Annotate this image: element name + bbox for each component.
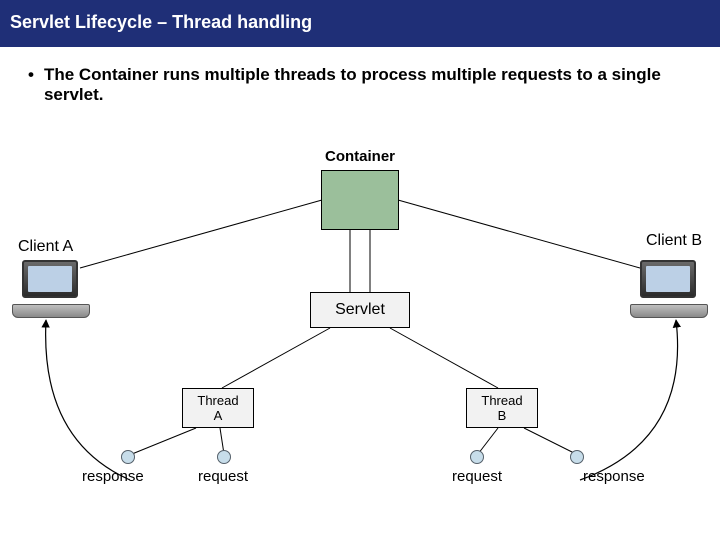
- response-a-node: [121, 450, 135, 464]
- thread-a-box: Thread A: [182, 388, 254, 428]
- response-b-node: [570, 450, 584, 464]
- client-a-label: Client A: [18, 238, 73, 256]
- request-b-label: request: [452, 468, 502, 485]
- request-a-label: request: [198, 468, 248, 485]
- laptop-icon: [630, 260, 708, 318]
- bullet-marker: •: [28, 65, 34, 105]
- laptop-icon: [12, 260, 90, 318]
- request-b-node: [470, 450, 484, 464]
- response-a-label: response: [82, 468, 144, 485]
- response-b-label: response: [583, 468, 645, 485]
- thread-b-box: Thread B: [466, 388, 538, 428]
- bullet-item: • The Container runs multiple threads to…: [0, 47, 720, 111]
- bullet-text: The Container runs multiple threads to p…: [44, 65, 692, 105]
- thread-b-line1: Thread: [481, 393, 522, 408]
- diagram-canvas: Container Client A Client B Servlet Thre…: [0, 120, 720, 540]
- servlet-label: Servlet: [335, 301, 385, 318]
- container-label: Container: [325, 148, 395, 165]
- slide-header: Servlet Lifecycle – Thread handling: [0, 0, 720, 47]
- thread-b-line2: B: [498, 408, 507, 423]
- thread-a-line1: Thread: [197, 393, 238, 408]
- request-a-node: [217, 450, 231, 464]
- container-box: [321, 170, 399, 230]
- servlet-box: Servlet: [310, 292, 410, 328]
- thread-a-line2: A: [214, 408, 223, 423]
- slide-title: Servlet Lifecycle – Thread handling: [10, 12, 312, 32]
- client-b-label: Client B: [646, 232, 702, 250]
